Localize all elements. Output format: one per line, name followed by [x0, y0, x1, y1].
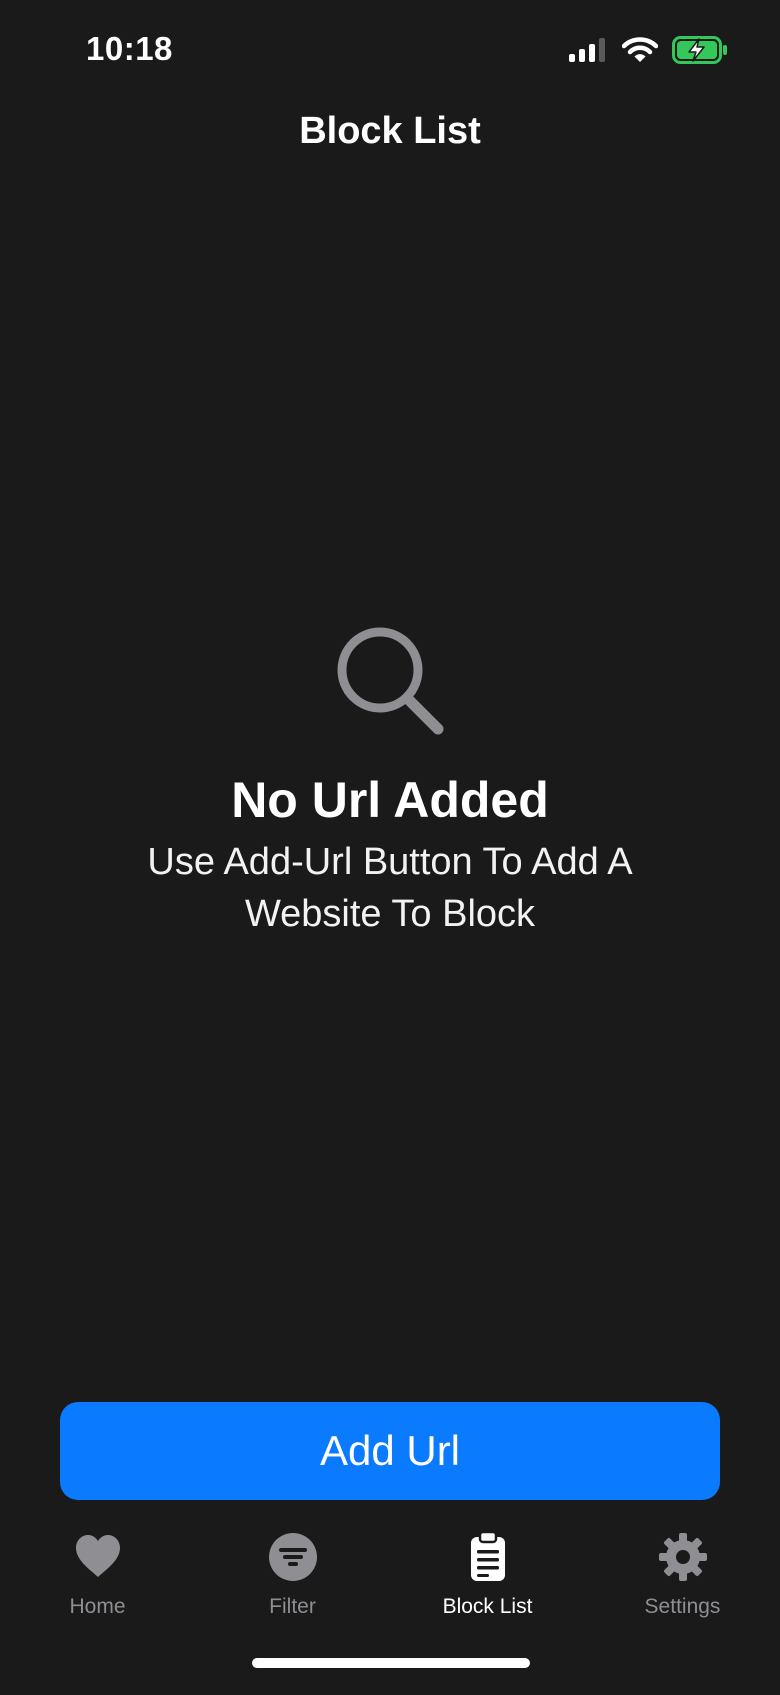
- add-url-button[interactable]: Add Url: [60, 1402, 720, 1500]
- clipboard-icon: [470, 1531, 505, 1581]
- empty-state-message: Use Add-Url Button To Add A Website To B…: [147, 841, 633, 935]
- tab-home-label: Home: [69, 1595, 126, 1618]
- page-title: Block List: [299, 110, 481, 152]
- heart-icon: [75, 1535, 120, 1577]
- tab-block-list-label: Block List: [442, 1595, 533, 1618]
- tab-bar: Home Filter Block List Settings: [0, 1525, 780, 1645]
- gear-icon: [658, 1533, 707, 1581]
- search-icon: [337, 627, 444, 735]
- signal-icon: [569, 38, 605, 62]
- battery-charging-icon: [672, 36, 727, 64]
- tab-home[interactable]: Home: [0, 1525, 195, 1645]
- tab-block-list[interactable]: Block List: [390, 1525, 585, 1645]
- tab-settings-label: Settings: [644, 1595, 721, 1618]
- tab-filter[interactable]: Filter: [195, 1525, 390, 1645]
- tab-settings[interactable]: Settings: [585, 1525, 780, 1645]
- empty-state: No Url Added Use Add-Url Button To Add A…: [0, 622, 780, 940]
- status-icons: [568, 36, 728, 64]
- home-indicator[interactable]: [252, 1658, 530, 1668]
- status-bar: 10:18: [0, 0, 780, 100]
- tab-filter-label: Filter: [269, 1595, 316, 1618]
- status-time: 10:18: [86, 30, 173, 67]
- wifi-icon: [622, 37, 658, 62]
- empty-state-title: No Url Added: [231, 772, 549, 828]
- filter-icon: [268, 1533, 317, 1581]
